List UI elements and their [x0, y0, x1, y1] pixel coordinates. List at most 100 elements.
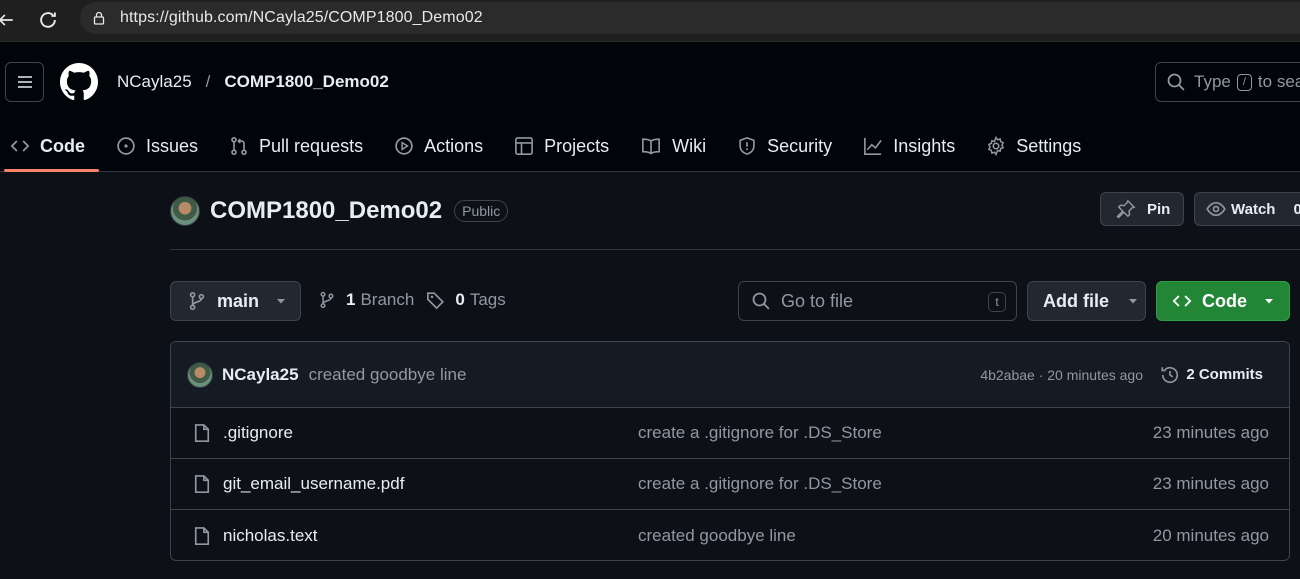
file-commit-message[interactable]: create a .gitignore for .DS_Store: [638, 423, 882, 443]
code-icon: [10, 140, 30, 152]
branches-link[interactable]: 1 Branch: [336, 290, 414, 310]
search-prefix: Type: [1194, 72, 1231, 91]
play-icon: [395, 137, 413, 155]
pin-button[interactable]: Pin: [1100, 192, 1184, 226]
tags-link[interactable]: 0 Tags: [446, 290, 505, 310]
issue-icon: [117, 137, 135, 155]
code-icon: [1172, 295, 1192, 307]
search-icon: [1167, 73, 1185, 91]
search-shortcut-key: /: [1236, 73, 1252, 91]
file-name[interactable]: .gitignore: [223, 423, 293, 443]
branch-tag-info: 1 Branch 0 Tags: [318, 290, 506, 310]
tab-actions[interactable]: Actions: [384, 120, 493, 172]
branch-selector[interactable]: main: [170, 281, 301, 321]
go-to-file-placeholder: Go to file: [781, 290, 854, 311]
github-logo-icon[interactable]: [60, 63, 98, 101]
tab-issues[interactable]: Issues: [106, 120, 208, 172]
chevron-down-icon: [1129, 299, 1137, 304]
search-input[interactable]: Type / to sea: [1155, 62, 1300, 102]
repo-link[interactable]: COMP1800_Demo02: [224, 72, 388, 92]
table-row: git_email_username.pdf create a .gitigno…: [171, 459, 1289, 510]
breadcrumb: NCayla25 / COMP1800_Demo02: [117, 72, 389, 92]
file-name[interactable]: nicholas.text: [223, 526, 318, 546]
chevron-down-icon: [277, 299, 286, 304]
url-text: https://github.com/NCayla25/COMP1800_Dem…: [120, 9, 483, 26]
file-icon: [194, 526, 210, 545]
file-table: NCayla25 created goodbye line 4b2abae · …: [170, 341, 1290, 561]
code-button[interactable]: Code: [1156, 281, 1290, 321]
pull-request-icon: [231, 136, 247, 156]
tab-wiki[interactable]: Wiki: [630, 120, 716, 172]
book-icon: [642, 138, 661, 155]
tab-label: Actions: [424, 135, 484, 156]
hamburger-icon: [17, 76, 32, 88]
tab-code[interactable]: Code: [0, 120, 99, 172]
gear-icon: [988, 136, 1005, 156]
tab-label: Security: [767, 135, 833, 156]
file-age: 23 minutes ago: [1152, 423, 1269, 442]
file-name[interactable]: git_email_username.pdf: [223, 474, 404, 494]
search-placeholder: Type / to sea: [1194, 72, 1300, 92]
tab-label: Projects: [544, 135, 610, 156]
commit-message[interactable]: created goodbye line: [309, 365, 467, 385]
owner-avatar[interactable]: [170, 196, 200, 226]
tab-label: Issues: [146, 135, 199, 156]
tab-label: Wiki: [672, 135, 707, 156]
owner-link[interactable]: NCayla25: [117, 72, 192, 92]
graph-icon: [864, 137, 882, 155]
tab-label: Insights: [893, 135, 956, 156]
tab-label: Code: [40, 135, 85, 156]
eye-icon: [1206, 201, 1226, 217]
tab-projects[interactable]: Projects: [504, 120, 619, 172]
tab-label: Pull requests: [259, 135, 364, 156]
history-icon: [1161, 366, 1179, 383]
shortcut-key: t: [988, 292, 1006, 312]
repo-header: COMP1800_Demo02 Public: [170, 196, 509, 226]
file-commit-message[interactable]: created goodbye line: [638, 526, 796, 546]
table-row: .gitignore create a .gitignore for .DS_S…: [171, 408, 1289, 459]
file-commit-message[interactable]: create a .gitignore for .DS_Store: [638, 474, 882, 494]
address-bar[interactable]: https://github.com/NCayla25/COMP1800_Dem…: [80, 2, 1300, 34]
branch-name: main: [217, 290, 260, 311]
tab-insights[interactable]: Insights: [853, 120, 965, 172]
divider: [170, 249, 1300, 250]
file-icon: [194, 475, 210, 493]
tag-icon: [427, 292, 445, 310]
tab-settings[interactable]: Settings: [976, 120, 1091, 172]
hamburger-menu-button[interactable]: [5, 62, 44, 102]
commit-author[interactable]: NCayla25: [222, 365, 299, 385]
pin-label: Pin: [1147, 200, 1171, 218]
commit-hash-time[interactable]: 4b2abae · 20 minutes ago: [980, 367, 1143, 383]
watch-label: Watch: [1231, 200, 1276, 218]
commits-link[interactable]: 2 Commits: [1160, 365, 1263, 385]
tag-count-label: Tags: [469, 290, 506, 309]
code-button-label: Code: [1202, 290, 1247, 311]
branch-icon: [320, 291, 334, 309]
breadcrumb-separator: /: [205, 72, 211, 91]
repo-tabs: Code Issues Pull requests Actions Projec…: [0, 120, 1102, 172]
watch-button[interactable]: Watch 0: [1194, 192, 1300, 226]
chevron-down-icon: [1265, 299, 1273, 304]
file-icon: [194, 424, 210, 442]
branch-icon: [189, 291, 205, 311]
repo-title[interactable]: COMP1800_Demo02: [210, 197, 442, 225]
branch-count: 1: [346, 290, 356, 309]
tab-pull-requests[interactable]: Pull requests: [219, 120, 373, 172]
tag-count: 0: [455, 290, 465, 309]
file-age: 23 minutes ago: [1152, 474, 1269, 493]
back-icon[interactable]: [0, 6, 20, 34]
file-age: 20 minutes ago: [1152, 525, 1269, 545]
add-file-label: Add file: [1043, 290, 1109, 311]
commit-author-avatar[interactable]: [187, 361, 213, 388]
branch-count-label: Branch: [360, 290, 415, 309]
search-icon: [752, 292, 770, 310]
tab-security[interactable]: Security: [727, 120, 842, 172]
reload-icon[interactable]: [34, 6, 62, 34]
shield-icon: [739, 137, 755, 155]
add-file-button[interactable]: Add file: [1027, 281, 1146, 321]
go-to-file-input[interactable]: Go to file t: [738, 281, 1017, 321]
tab-label: Settings: [1016, 135, 1082, 156]
table-row: nicholas.text created goodbye line 20 mi…: [171, 510, 1289, 560]
browser-toolbar: https://github.com/NCayla25/COMP1800_Dem…: [0, 0, 1300, 42]
visibility-badge: Public: [454, 200, 509, 222]
